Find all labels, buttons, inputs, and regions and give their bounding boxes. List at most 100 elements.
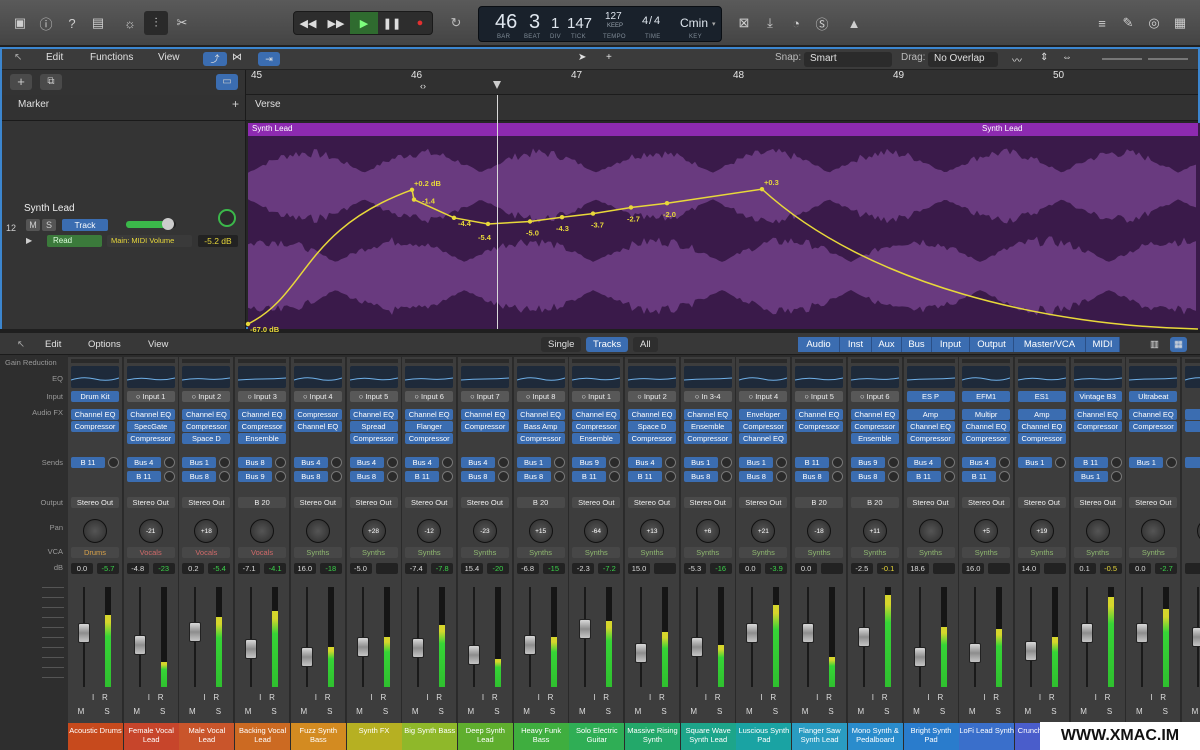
send-slot[interactable]: Bus 4 xyxy=(349,457,384,468)
audio-fx-slot[interactable]: Compressor xyxy=(349,433,398,444)
volume-fader[interactable] xyxy=(1021,587,1049,687)
output-slot[interactable]: Stereo Out xyxy=(293,497,342,508)
input-slot[interactable]: Ultrabeat xyxy=(1129,391,1178,402)
stop-icon[interactable]: ❚❚ xyxy=(378,12,406,34)
record-enable-button[interactable]: R xyxy=(1105,693,1111,702)
vca-slot[interactable]: Synths xyxy=(405,547,454,558)
input-monitor-button[interactable]: I xyxy=(760,693,762,702)
automation-node[interactable] xyxy=(628,205,634,210)
record-enable-button[interactable]: R xyxy=(492,693,498,702)
send-level-knob[interactable] xyxy=(609,457,621,468)
duplicate-track-icon[interactable]: ⧉ xyxy=(40,74,62,90)
vca-slot[interactable]: Drums xyxy=(71,547,119,558)
lcd-display[interactable]: 46 3 1 147 BAR BEAT DIV TICK 127 KEEP TE… xyxy=(478,6,722,42)
output-slot[interactable]: Stereo Out xyxy=(126,497,175,508)
audio-fx-slot[interactable]: Compressor xyxy=(1017,433,1066,444)
audio-fx-slot[interactable]: Channel EQ xyxy=(739,433,788,444)
eq-thumbnail[interactable] xyxy=(572,366,621,388)
volume-readout[interactable]: -6.8 xyxy=(516,563,539,574)
input-slot[interactable]: ES1 xyxy=(1017,391,1066,402)
metronome-icon[interactable]: ▲ xyxy=(842,11,866,35)
automation-icon[interactable]: ⤴ xyxy=(203,52,227,66)
vca-slot[interactable]: Synths xyxy=(293,547,342,558)
send-slot[interactable]: Bus 8 xyxy=(739,471,774,482)
audio-fx-slot[interactable]: Ensemble xyxy=(683,421,732,432)
audio-fx-slot[interactable]: Channel EQ xyxy=(126,409,175,420)
send-slot[interactable]: Bus 8 xyxy=(516,471,551,482)
audio-fx-slot[interactable]: Space D xyxy=(182,433,231,444)
eq-thumbnail[interactable] xyxy=(739,366,788,388)
audio-fx-slot[interactable]: Channel EQ xyxy=(1073,409,1122,420)
audio-fx-slot[interactable]: Channel EQ xyxy=(795,409,844,420)
send-level-knob[interactable] xyxy=(386,471,398,482)
input-monitor-button[interactable]: I xyxy=(705,693,707,702)
send-level-knob[interactable] xyxy=(720,471,732,482)
volume-readout[interactable]: 0.2 xyxy=(182,563,205,574)
audio-fx-slot[interactable]: SpecGate xyxy=(126,421,175,432)
smart-controls-icon[interactable]: ☼ xyxy=(118,11,142,35)
strip-name[interactable]: Heavy Funk Bass xyxy=(513,723,569,750)
volume-fader[interactable] xyxy=(631,587,659,687)
inspector-icon[interactable]: ⓘ xyxy=(34,11,58,35)
strip-solo-button[interactable]: S xyxy=(1047,707,1061,719)
input-slot[interactable]: Drum Kit xyxy=(71,391,119,402)
send-level-knob[interactable] xyxy=(943,471,955,482)
strip-name[interactable]: Big Synth Bass xyxy=(402,723,458,750)
record-enable-button[interactable]: R xyxy=(993,693,999,702)
audio-fx-slot[interactable]: Compressor xyxy=(405,433,454,444)
automation-node[interactable] xyxy=(411,197,417,202)
eq-thumbnail[interactable] xyxy=(794,366,844,388)
send-level-knob[interactable] xyxy=(330,457,342,468)
input-monitor-button[interactable]: I xyxy=(983,693,985,702)
eq-thumbnail[interactable] xyxy=(1129,366,1178,388)
send-slot[interactable]: Bus 4 xyxy=(405,457,440,468)
send-level-knob[interactable] xyxy=(163,457,175,468)
strip-mute-button[interactable]: M xyxy=(631,707,645,719)
input-slot[interactable]: ○ Input 6 xyxy=(405,391,454,402)
output-slot[interactable]: B 20 xyxy=(795,497,844,508)
output-slot[interactable]: Stereo Out xyxy=(739,497,788,508)
volume-fader[interactable] xyxy=(297,587,325,687)
pan-knob[interactable]: -18 xyxy=(807,519,832,543)
eq-thumbnail[interactable] xyxy=(349,366,398,388)
mixer-icon[interactable]: ⫶ xyxy=(144,11,168,35)
volume-readout[interactable] xyxy=(1185,563,1200,574)
eq-thumbnail[interactable] xyxy=(405,366,454,388)
send-level-knob[interactable] xyxy=(1110,457,1122,468)
eq-thumbnail[interactable] xyxy=(182,366,231,388)
vca-slot[interactable]: Synths xyxy=(739,547,788,558)
record-enable-button[interactable]: R xyxy=(1160,693,1166,702)
mixer-back-icon[interactable]: ↖ xyxy=(10,337,32,352)
strip-mute-button[interactable]: M xyxy=(130,707,144,719)
audio-fx-slot[interactable]: Ensemble xyxy=(572,433,621,444)
volume-fader[interactable] xyxy=(910,587,938,687)
audio-fx-slot[interactable]: Channel EQ xyxy=(962,421,1011,432)
strip-name[interactable]: Flanger Saw Synth Lead xyxy=(792,723,848,750)
send-level-knob[interactable] xyxy=(497,457,509,468)
strip-name[interactable]: Backing Vocal Lead xyxy=(235,723,291,750)
volume-fader[interactable] xyxy=(798,587,826,687)
strip-mute-button[interactable]: M xyxy=(297,707,311,719)
drag-select[interactable]: No Overlap xyxy=(928,52,998,67)
send-level-knob[interactable] xyxy=(832,471,844,482)
output-slot[interactable]: Stereo Out xyxy=(349,497,398,508)
pan-knob[interactable] xyxy=(305,519,330,543)
automation-node[interactable] xyxy=(485,221,491,227)
strip-mute-button[interactable]: M xyxy=(241,707,255,719)
strip-solo-button[interactable]: S xyxy=(323,707,337,719)
send-slot[interactable]: Bus 8 xyxy=(293,471,328,482)
output-slot[interactable]: Stereo Out xyxy=(628,497,676,508)
strip-name[interactable]: Deep Synth Lead xyxy=(457,723,513,750)
volume-readout[interactable]: -7.4 xyxy=(405,563,428,574)
input-slot[interactable]: ○ Input 1 xyxy=(572,391,621,402)
strip-name[interactable]: Solo Electric Guitar xyxy=(569,723,625,750)
global-tracks-icon[interactable]: ▭ xyxy=(216,74,238,90)
snap-select[interactable]: Smart xyxy=(804,52,892,67)
audio-fx-slot[interactable]: Compressor xyxy=(293,409,342,420)
send-level-knob[interactable] xyxy=(720,457,732,468)
input-slot[interactable]: ○ Input 5 xyxy=(795,391,844,402)
audio-fx-slot[interactable]: Compressor xyxy=(572,421,621,432)
input-slot[interactable]: ○ Input 2 xyxy=(628,391,676,402)
record-enable-button[interactable]: R xyxy=(102,693,108,702)
volume-fader[interactable] xyxy=(520,587,548,687)
